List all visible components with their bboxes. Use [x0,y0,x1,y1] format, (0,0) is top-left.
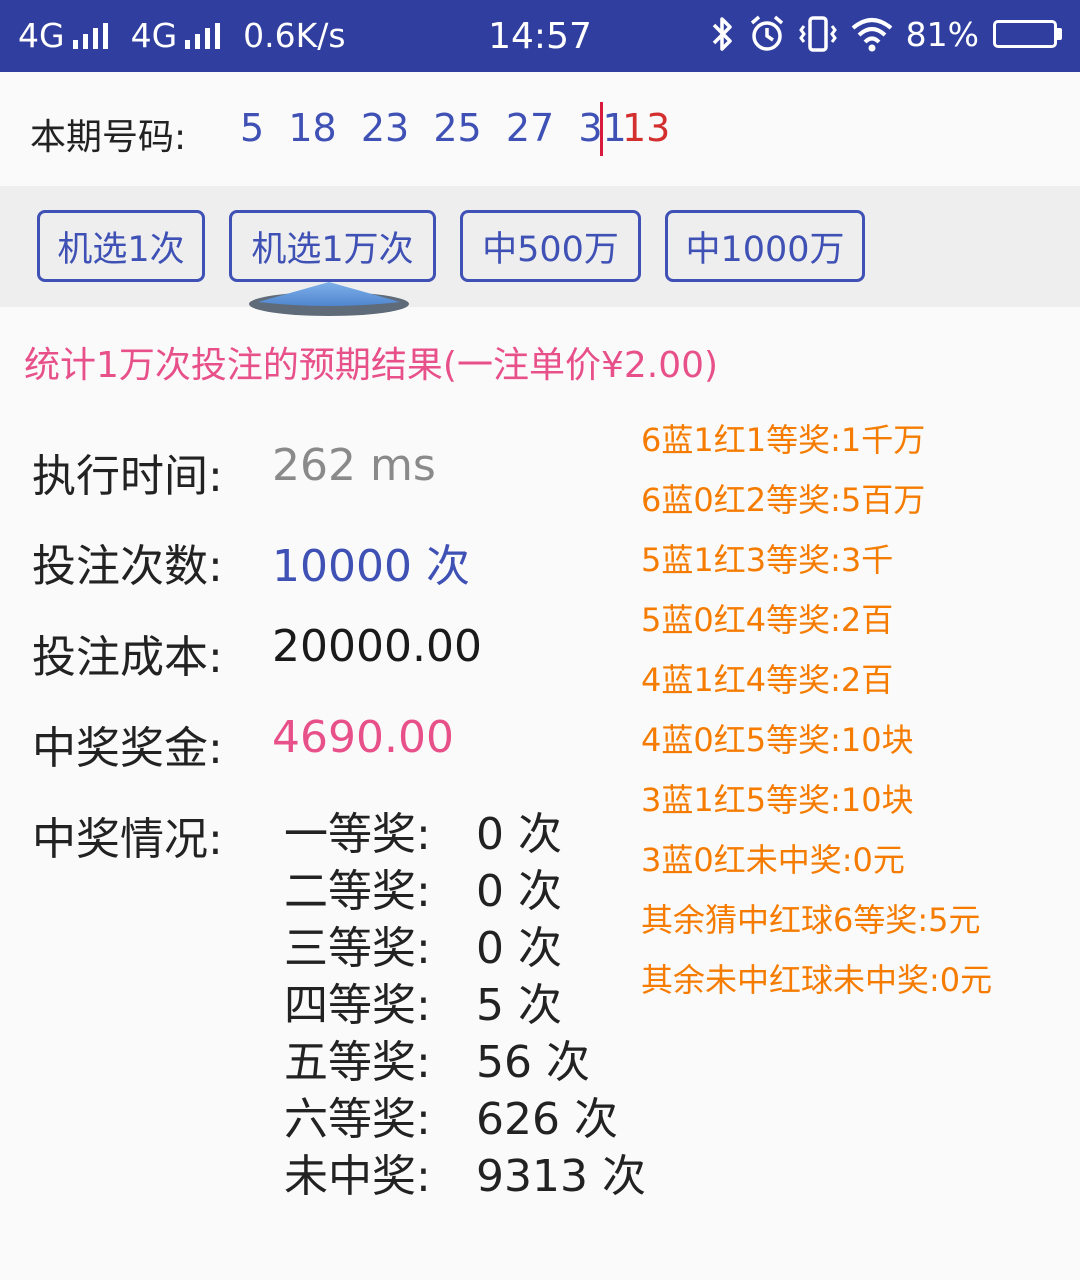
prize-value: 4690.00 [272,712,454,763]
result-label: 中奖情况: [32,814,223,865]
ball-divider [600,102,603,156]
tier-count: 5 次 [476,980,562,1031]
random-10k-button[interactable]: 机选1万次 [229,210,436,282]
tier-count: 0 次 [476,923,562,974]
tier-row: 未中奖: 9313 次 [284,1148,646,1205]
red-balls: 5 18 23 25 27 31 [240,106,627,150]
battery-icon [993,20,1062,48]
tier-list: 一等奖: 0 次 二等奖: 0 次 三等奖: 0 次 四等奖: 5 次 五等奖: 56 次… [284,806,646,1205]
tier-count: 56 次 [476,1037,590,1088]
exec-time-value: 262 ms [272,440,436,491]
cost-label: 投注成本: [32,632,223,683]
tier-row: 六等奖: 626 次 [284,1091,618,1148]
current-draw: 本期号码: 5 18 23 25 27 31 13 [0,72,1080,186]
tier-row: 一等奖: 0 次 [284,806,562,863]
result-row: 中奖情况: [32,803,223,867]
vibrate-icon [798,16,837,52]
exec-time-row: 执行时间: 262 ms [32,440,436,504]
prize-label: 中奖奖金: [32,723,223,774]
tier-name: 一等奖: [284,809,431,860]
wifi-icon [851,18,892,52]
tier-name: 二等奖: [284,866,431,917]
tier-name: 五等奖: [284,1037,431,1088]
action-button-row: 机选1次 机选1万次 中500万 中1000万 [0,186,1080,307]
cost-row: 投注成本: 20000.00 [32,621,482,685]
current-draw-label: 本期号码: [30,117,187,158]
bluetooth-icon [712,17,732,51]
prize-rule: 6蓝1红1等奖:1千万 [641,421,926,459]
prize-rule: 4蓝1红4等奖:2百 [641,661,894,699]
tier-name: 三等奖: [284,923,431,974]
bet-count-row: 投注次数: 10000 次 [32,530,470,594]
tier-count: 0 次 [476,866,562,917]
tier-count: 0 次 [476,809,562,860]
win-10m-button[interactable]: 中1000万 [665,210,865,282]
prize-rule: 3蓝1红5等奖:10块 [641,781,914,819]
prize-rules: 6蓝1红1等奖:1千万 6蓝0红2等奖:5百万 5蓝1红3等奖:3千 5蓝0红4… [641,410,992,1010]
prize-rule: 其余未中红球未中奖:0元 [641,961,993,999]
tier-row: 二等奖: 0 次 [284,863,562,920]
prize-rule: 5蓝0红4等奖:2百 [641,601,894,639]
battery-percent: 81% [905,14,979,54]
prize-rule: 6蓝0红2等奖:5百万 [641,481,926,519]
bet-count-label: 投注次数: [32,541,223,592]
prize-rule: 4蓝0红5等奖:10块 [641,721,914,759]
tier-row: 五等奖: 56 次 [284,1034,590,1091]
alarm-clock-icon [750,15,783,51]
tier-row: 三等奖: 0 次 [284,920,562,977]
prize-rule: 3蓝0红未中奖:0元 [641,841,905,879]
selected-tab-indicator [249,282,409,316]
bet-count-value: 10000 次 [272,541,470,592]
tier-row: 四等奖: 5 次 [284,977,562,1034]
prize-rule: 其余猜中红球6等奖:5元 [641,901,981,939]
exec-time-label: 执行时间: [32,451,223,502]
tier-count: 626 次 [476,1094,618,1145]
tier-name: 六等奖: [284,1094,431,1145]
win-5m-button[interactable]: 中500万 [460,210,641,282]
tier-name: 四等奖: [284,980,431,1031]
status-right: 81% [710,14,1062,54]
tier-name: 未中奖: [284,1151,431,1202]
blue-ball: 13 [622,106,671,150]
random-once-button[interactable]: 机选1次 [37,210,205,282]
prize-row: 中奖奖金: 4690.00 [32,712,454,776]
status-bar: 4G 4G 0.6K/s 14:57 81% [0,0,1080,72]
cost-value: 20000.00 [272,621,482,672]
tier-count: 9313 次 [476,1151,646,1202]
prize-rule: 5蓝1红3等奖:3千 [641,541,894,579]
summary-title: 统计1万次投注的预期结果(一注单价¥2.00) [24,345,719,386]
